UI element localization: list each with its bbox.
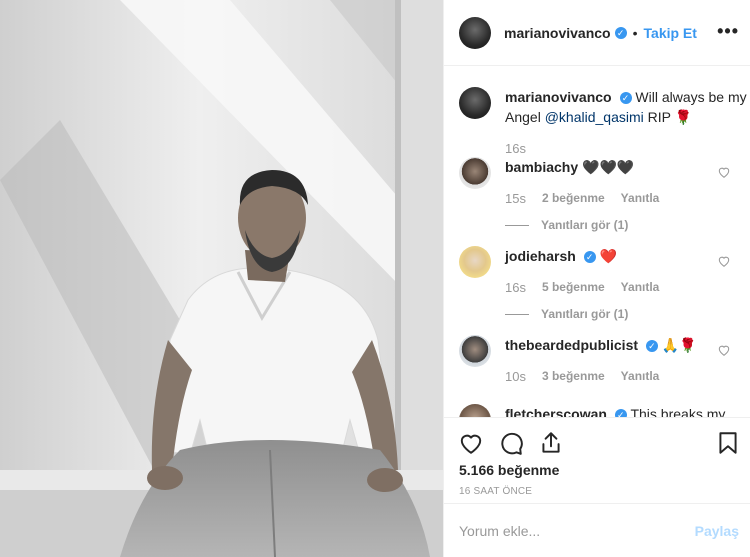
comment-item: thebeardedpublicist ✓ 🙏🌹 10s 3 beğenme Y… bbox=[459, 335, 749, 384]
author-avatar[interactable] bbox=[459, 16, 491, 49]
post-timestamp[interactable]: 16 SAAT ÖNCE bbox=[459, 486, 532, 497]
likes-count[interactable]: 5.166 beğenme bbox=[459, 462, 559, 478]
verified-badge-icon: ✓ bbox=[619, 92, 632, 105]
header-separator: • bbox=[632, 24, 638, 41]
post-comment-button[interactable]: Paylaş bbox=[695, 523, 739, 539]
comment-avatar[interactable] bbox=[459, 246, 491, 278]
comment-username[interactable]: thebeardedpublicist bbox=[505, 337, 638, 353]
comment-time[interactable]: 10s bbox=[505, 369, 526, 384]
share-upload-icon[interactable] bbox=[538, 430, 564, 456]
replies-line bbox=[505, 313, 529, 315]
comment-meta: 15s 2 beğenme Yanıtla bbox=[505, 191, 749, 206]
caption-mention-link[interactable]: @khalid_qasimi bbox=[545, 109, 644, 125]
verified-badge-icon: ✓ bbox=[614, 26, 627, 39]
comment-likes[interactable]: 3 beğenme bbox=[542, 369, 605, 384]
comment-avatar[interactable] bbox=[459, 335, 491, 367]
more-options-icon[interactable]: ••• bbox=[717, 22, 739, 40]
caption-time[interactable]: 16s bbox=[505, 141, 526, 156]
photo-illustration bbox=[0, 0, 443, 557]
replies-line bbox=[505, 224, 529, 226]
follow-button[interactable]: Takip Et bbox=[644, 25, 697, 41]
comment-username[interactable]: jodieharsh bbox=[505, 248, 576, 264]
verified-badge-icon: ✓ bbox=[583, 251, 596, 264]
comment-likes[interactable]: 2 beğenme bbox=[542, 191, 605, 206]
comment-meta: 16s 5 beğenme Yanıtla bbox=[505, 280, 749, 295]
post-header: marianovivanco ✓ • Takip Et ••• bbox=[444, 0, 750, 66]
comment-input[interactable] bbox=[459, 522, 695, 539]
caption-meta: 16s bbox=[505, 141, 749, 156]
author-username[interactable]: marianovivanco bbox=[504, 25, 611, 41]
like-comment-heart-icon[interactable] bbox=[717, 343, 731, 357]
caption-username[interactable]: marianovivanco bbox=[505, 89, 612, 105]
like-heart-icon[interactable] bbox=[458, 430, 484, 456]
comment-meta: 10s 3 beğenme Yanıtla bbox=[505, 369, 749, 384]
comments-list[interactable]: marianovivanco ✓ Will always be my Angel… bbox=[444, 67, 750, 417]
like-comment-heart-icon[interactable] bbox=[717, 254, 731, 268]
verified-badge-icon: ✓ bbox=[645, 340, 658, 353]
comment-text: 🙏🌹 bbox=[661, 337, 697, 353]
view-replies-button[interactable]: Yanıtları gör (1) bbox=[505, 307, 749, 321]
caption-avatar[interactable] bbox=[459, 87, 491, 119]
comment-username[interactable]: fletcherscowan bbox=[505, 406, 607, 417]
comment-item: fletcherscowan ✓ This breaks my bbox=[459, 404, 749, 417]
comment-item: bambiachy 🖤🖤🖤 15s 2 beğenme Yanıtla Yanı… bbox=[459, 157, 749, 232]
comment-body: bambiachy 🖤🖤🖤 bbox=[505, 157, 749, 177]
verified-badge-icon: ✓ bbox=[614, 409, 627, 417]
caption-text-end: RIP 🌹 bbox=[643, 109, 693, 125]
comment-avatar[interactable] bbox=[459, 404, 491, 417]
action-icons bbox=[458, 430, 564, 456]
comment-text: This breaks my bbox=[630, 406, 726, 417]
comment-body: thebeardedpublicist ✓ 🙏🌹 bbox=[505, 335, 749, 355]
comment-item: jodieharsh ✓ ❤️ 16s 5 beğenme Yanıtla Ya… bbox=[459, 246, 749, 321]
reply-button[interactable]: Yanıtla bbox=[621, 280, 660, 295]
post-caption: marianovivanco ✓ Will always be my Angel… bbox=[459, 87, 749, 156]
comment-time[interactable]: 15s bbox=[505, 191, 526, 206]
comment-body: fletcherscowan ✓ This breaks my bbox=[505, 404, 749, 417]
comment-text: 🖤🖤🖤 bbox=[582, 159, 635, 175]
view-replies-label: Yanıtları gör (1) bbox=[541, 307, 629, 321]
post-sidebar: marianovivanco ✓ • Takip Et ••• marianov… bbox=[443, 0, 750, 557]
comment-body: jodieharsh ✓ ❤️ bbox=[505, 246, 749, 266]
add-comment-bar: Paylaş bbox=[444, 503, 750, 557]
view-replies-label: Yanıtları gör (1) bbox=[541, 218, 629, 232]
view-replies-button[interactable]: Yanıtları gör (1) bbox=[505, 218, 749, 232]
comment-avatar[interactable] bbox=[459, 157, 491, 189]
caption-body: marianovivanco ✓ Will always be my Angel… bbox=[505, 87, 749, 127]
comment-likes[interactable]: 5 beğenme bbox=[542, 280, 605, 295]
post-photo[interactable] bbox=[0, 0, 443, 557]
comment-time[interactable]: 16s bbox=[505, 280, 526, 295]
reply-button[interactable]: Yanıtla bbox=[621, 191, 660, 206]
comment-text: ❤️ bbox=[599, 248, 618, 264]
comment-username[interactable]: bambiachy bbox=[505, 159, 578, 175]
reply-button[interactable]: Yanıtla bbox=[621, 369, 660, 384]
bookmark-save-icon[interactable] bbox=[715, 430, 741, 456]
like-comment-heart-icon[interactable] bbox=[717, 165, 731, 179]
comment-bubble-icon[interactable] bbox=[498, 430, 524, 456]
